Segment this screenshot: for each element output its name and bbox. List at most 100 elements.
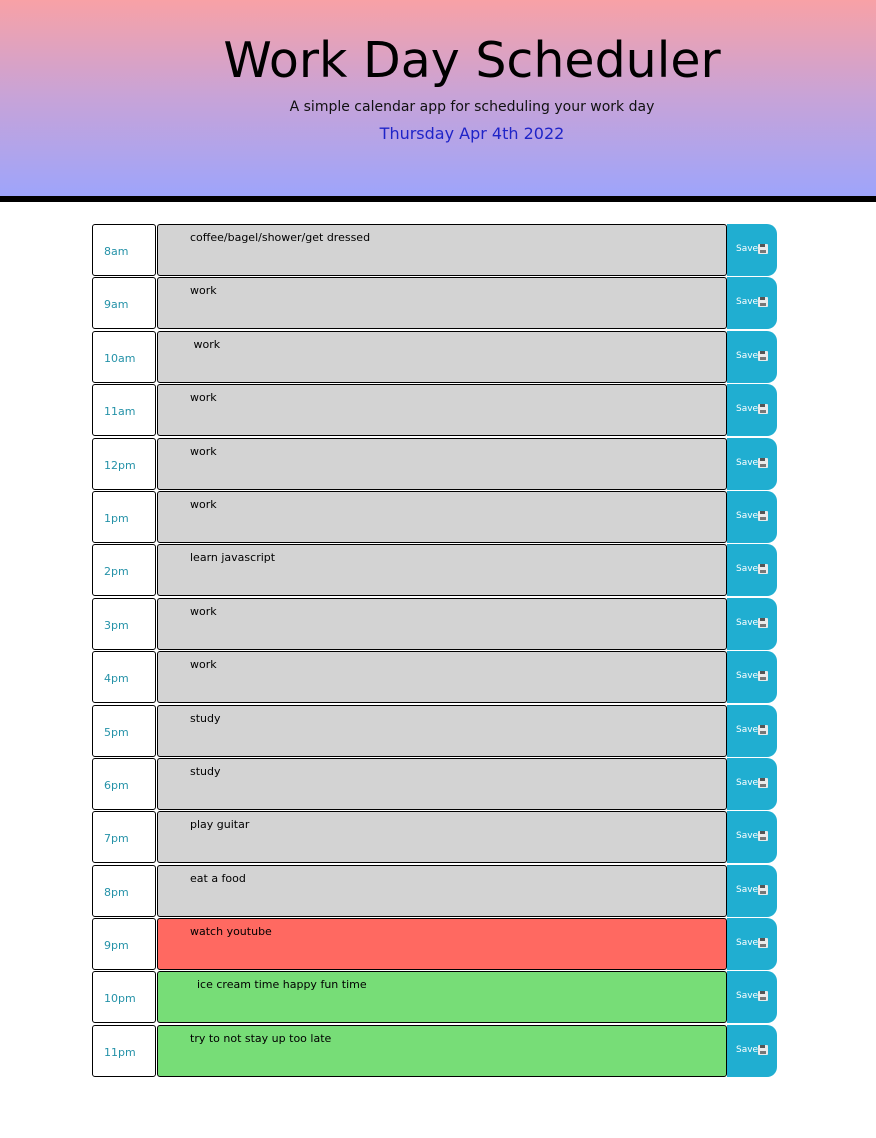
- event-description-text: learn javascript: [190, 551, 276, 565]
- hour-label: 9am: [104, 298, 129, 312]
- hour-label-cell: 11am: [92, 384, 156, 437]
- save-button[interactable]: Save: [727, 224, 777, 276]
- save-button[interactable]: Save: [727, 597, 777, 650]
- save-button[interactable]: Save: [727, 704, 777, 757]
- hour-label-cell: 3pm: [92, 597, 156, 650]
- hour-label-cell: 10pm: [92, 971, 156, 1024]
- event-description-field[interactable]: play guitar: [157, 811, 727, 864]
- event-description-text: try to not stay up too late: [190, 1031, 332, 1045]
- save-button[interactable]: Save: [727, 651, 777, 704]
- event-description-field[interactable]: work: [157, 651, 727, 704]
- save-button[interactable]: Save: [727, 1024, 777, 1077]
- event-description-field[interactable]: learn javascript: [157, 544, 727, 597]
- event-description-field[interactable]: study: [157, 757, 727, 810]
- hour-label: 4pm: [104, 672, 129, 686]
- event-description-field[interactable]: try to not stay up too late: [157, 1024, 727, 1077]
- hour-label: 7pm: [104, 832, 129, 846]
- floppy-disk-icon: [758, 564, 768, 575]
- save-button-label: Save: [736, 884, 759, 895]
- hour-label-cell: 1pm: [92, 490, 156, 543]
- page-subtitle: A simple calendar app for scheduling you…: [289, 99, 655, 115]
- hour-label-cell: 10am: [92, 330, 156, 383]
- hour-label: 8pm: [104, 885, 129, 899]
- event-description-text: work: [190, 658, 217, 672]
- save-button[interactable]: Save: [727, 384, 777, 437]
- hour-label: 10am: [104, 351, 136, 365]
- event-description-text: watch youtube: [190, 925, 272, 939]
- hour-label-cell: 9am: [92, 277, 156, 330]
- time-block-row: 11pm try to not stay up too late Save: [92, 1024, 778, 1077]
- save-button-label: Save: [736, 564, 759, 575]
- event-description-field[interactable]: study: [157, 704, 727, 757]
- save-button-label: Save: [736, 510, 759, 521]
- hour-label: 3pm: [104, 618, 129, 632]
- event-description-text: coffee/bagel/shower/get dressed: [190, 231, 371, 244]
- save-button[interactable]: Save: [727, 277, 777, 330]
- save-button-label: Save: [736, 457, 759, 468]
- save-button-label: Save: [736, 1044, 759, 1055]
- hour-label: 9pm: [104, 939, 129, 953]
- save-button-label: Save: [736, 244, 759, 254]
- event-description-text: work: [190, 337, 221, 351]
- floppy-disk-icon: [758, 671, 768, 682]
- time-block-row: 8am coffee/bagel/shower/get dressed Save: [92, 224, 778, 276]
- save-button-label: Save: [736, 297, 759, 308]
- time-block-row: 7pm play guitar Save: [92, 811, 778, 864]
- hour-label-cell: 9pm: [92, 918, 156, 971]
- save-button-label: Save: [736, 831, 759, 842]
- hour-label-cell: 11pm: [92, 1024, 156, 1077]
- floppy-disk-icon: [758, 297, 768, 308]
- time-block-row: 9pm watch youtube Save: [92, 918, 778, 971]
- event-description-field[interactable]: ice cream time happy fun time: [157, 971, 727, 1024]
- save-button-label: Save: [736, 671, 759, 682]
- save-button-label: Save: [736, 724, 759, 735]
- event-description-text: work: [190, 497, 217, 511]
- time-block-row: 10am work Save: [92, 330, 778, 383]
- floppy-disk-icon: [758, 404, 768, 415]
- event-description-field[interactable]: watch youtube: [157, 918, 727, 971]
- event-description-field[interactable]: work: [157, 277, 727, 330]
- save-button[interactable]: Save: [727, 918, 777, 971]
- time-block-row: 1pm work Save: [92, 490, 778, 543]
- floppy-disk-icon: [758, 831, 768, 842]
- event-description-text: eat a food: [190, 871, 246, 885]
- event-description-field[interactable]: work: [157, 437, 727, 490]
- hour-label: 11am: [104, 405, 136, 419]
- hour-label: 11pm: [104, 1045, 136, 1059]
- event-description-field[interactable]: work: [157, 597, 727, 650]
- floppy-disk-icon: [758, 244, 768, 254]
- event-description-field[interactable]: work: [157, 330, 727, 383]
- page-title: Work Day Scheduler: [223, 32, 721, 89]
- event-description-field[interactable]: eat a food: [157, 864, 727, 917]
- save-button[interactable]: Save: [727, 437, 777, 490]
- save-button[interactable]: Save: [727, 971, 777, 1024]
- save-button[interactable]: Save: [727, 864, 777, 917]
- hour-label-cell: 12pm: [92, 437, 156, 490]
- hour-label-cell: 6pm: [92, 757, 156, 810]
- save-button[interactable]: Save: [727, 757, 777, 810]
- event-description-field[interactable]: coffee/bagel/shower/get dressed: [157, 224, 727, 276]
- hour-label-cell: 4pm: [92, 651, 156, 704]
- time-block-row: 4pm work Save: [92, 651, 778, 704]
- save-button[interactable]: Save: [727, 811, 777, 864]
- save-button[interactable]: Save: [727, 330, 777, 383]
- save-button-label: Save: [736, 404, 759, 415]
- event-description-text: study: [190, 711, 221, 725]
- hour-label-cell: 7pm: [92, 811, 156, 864]
- event-description-text: play guitar: [190, 818, 250, 832]
- save-button[interactable]: Save: [727, 544, 777, 597]
- save-button[interactable]: Save: [727, 490, 777, 543]
- time-block-row: 6pm study Save: [92, 757, 778, 810]
- event-description-field[interactable]: work: [157, 384, 727, 437]
- save-button-label: Save: [736, 777, 759, 788]
- time-block-row: 5pm study Save: [92, 704, 778, 757]
- floppy-disk-icon: [758, 724, 768, 735]
- floppy-disk-icon: [758, 938, 768, 949]
- event-description-text: study: [190, 764, 221, 778]
- time-block-list: 8am coffee/bagel/shower/get dressed Save 9a…: [92, 224, 778, 1078]
- hour-label: 10pm: [104, 992, 136, 1006]
- floppy-disk-icon: [758, 777, 768, 788]
- event-description-field[interactable]: work: [157, 490, 727, 543]
- save-button-label: Save: [736, 991, 759, 1002]
- floppy-disk-icon: [758, 991, 768, 1002]
